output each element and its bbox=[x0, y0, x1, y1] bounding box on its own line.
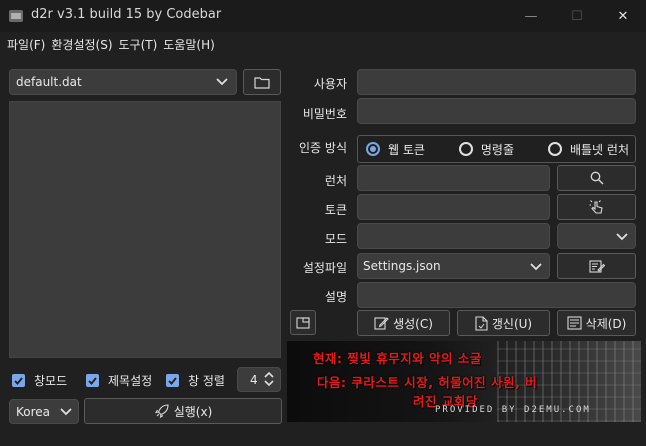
terror-zone-banner: 현재: 찢빛 휴무지와 악의 소굴 다음: 쿠라스트 시장, 허물어진 사원, … bbox=[287, 341, 641, 422]
token-icon bbox=[589, 200, 603, 214]
password-input[interactable] bbox=[357, 98, 636, 124]
check-icon bbox=[12, 374, 25, 387]
description-input[interactable] bbox=[357, 282, 636, 308]
spinner-value: 4 bbox=[250, 372, 258, 387]
menu-file[interactable]: 파일(F) bbox=[4, 32, 48, 58]
search-icon bbox=[590, 171, 603, 185]
menu-settings[interactable]: 환경설정(S) bbox=[48, 32, 115, 58]
auth-web-token-radio[interactable]: 웹 토큰 bbox=[366, 141, 425, 158]
delete-button[interactable]: 삭제(D) bbox=[557, 310, 636, 336]
region-select[interactable]: Korea bbox=[9, 399, 79, 424]
auth-command-line-radio[interactable]: 명령줄 bbox=[458, 141, 515, 158]
update-label: 갱신(U) bbox=[491, 316, 533, 331]
chevron-down-icon bbox=[616, 233, 628, 241]
title-setting-label: 제목설정 bbox=[108, 374, 153, 388]
spinner-arrows[interactable] bbox=[264, 371, 274, 387]
window-align-checkbox[interactable]: 창 정렬 bbox=[166, 372, 225, 389]
auth-method-label: 인증 방식 bbox=[299, 141, 347, 155]
settings-file-select[interactable]: Settings.json bbox=[357, 253, 550, 279]
window-title: d2r v3.1 build 15 by Codebar bbox=[31, 7, 222, 22]
banner-current-zone: 현재: 찢빛 휴무지와 악의 소굴 bbox=[313, 351, 482, 366]
update-icon bbox=[475, 315, 488, 331]
window-count-spinner[interactable]: 4 bbox=[237, 367, 281, 392]
get-token-button[interactable] bbox=[557, 194, 636, 220]
auth-command-line-label: 명령줄 bbox=[480, 142, 515, 157]
chevron-down-icon[interactable] bbox=[264, 379, 274, 387]
mod-select[interactable] bbox=[557, 223, 636, 249]
open-folder-button[interactable] bbox=[243, 69, 281, 95]
window-icon bbox=[296, 316, 310, 329]
token-label: 토큰 bbox=[324, 203, 347, 217]
mod-label: 모드 bbox=[324, 232, 347, 246]
delete-label: 삭제(D) bbox=[585, 316, 627, 331]
update-button[interactable]: 갱신(U) bbox=[457, 310, 550, 336]
launcher-label: 런처 bbox=[324, 174, 347, 188]
close-button[interactable]: ✕ bbox=[600, 0, 646, 32]
check-icon bbox=[86, 374, 99, 387]
window-layout-button[interactable] bbox=[290, 310, 316, 335]
create-button[interactable]: 생성(C) bbox=[357, 310, 450, 336]
user-input[interactable] bbox=[357, 69, 636, 95]
token-input[interactable] bbox=[357, 194, 550, 220]
maximize-button[interactable]: ☐ bbox=[554, 0, 600, 32]
chevron-down-icon bbox=[216, 78, 228, 86]
minimize-button[interactable]: — bbox=[508, 0, 554, 32]
folder-icon bbox=[254, 76, 270, 89]
edit-settings-button[interactable] bbox=[557, 253, 636, 279]
title-setting-checkbox[interactable]: 제목설정 bbox=[86, 372, 152, 389]
banner-credit[interactable]: PROVIDED BY D2EMU.COM bbox=[435, 405, 591, 415]
chevron-down-icon bbox=[60, 408, 72, 416]
user-label: 사용자 bbox=[313, 77, 347, 91]
window-align-label: 창 정렬 bbox=[188, 374, 225, 388]
window-mode-checkbox[interactable]: 창모드 bbox=[12, 372, 67, 389]
create-label: 생성(C) bbox=[393, 316, 433, 331]
browse-launcher-button[interactable] bbox=[557, 165, 636, 191]
launcher-input[interactable] bbox=[357, 165, 550, 191]
description-label: 설명 bbox=[324, 290, 347, 304]
settings-file-label: 설정파일 bbox=[302, 261, 347, 275]
chevron-up-icon[interactable] bbox=[264, 371, 274, 379]
profile-file-value: default.dat bbox=[16, 75, 82, 89]
auth-battlenet-radio[interactable]: 배틀넷 런처 bbox=[547, 141, 629, 158]
password-label: 비밀번호 bbox=[302, 107, 347, 121]
edit-icon bbox=[588, 259, 605, 273]
check-icon bbox=[166, 374, 179, 387]
delete-icon bbox=[567, 316, 582, 330]
auth-battlenet-label: 배틀넷 런처 bbox=[569, 142, 629, 157]
run-label: 실행(x) bbox=[173, 404, 213, 419]
app-icon bbox=[9, 10, 23, 22]
radio-icon bbox=[547, 142, 562, 156]
auth-web-token-label: 웹 토큰 bbox=[388, 142, 425, 157]
profile-list[interactable] bbox=[9, 101, 281, 358]
auth-method-group: 웹 토큰 명령줄 배틀넷 런처 bbox=[357, 135, 636, 163]
radio-icon bbox=[458, 142, 473, 156]
region-value: Korea bbox=[16, 404, 51, 419]
chevron-down-icon bbox=[530, 263, 542, 271]
radio-selected-icon bbox=[366, 142, 380, 156]
rocket-icon bbox=[154, 404, 169, 419]
run-button[interactable]: 실행(x) bbox=[84, 398, 282, 424]
window-mode-label: 창모드 bbox=[34, 374, 68, 388]
menu-help[interactable]: 도움말(H) bbox=[160, 32, 218, 58]
settings-file-value: Settings.json bbox=[363, 259, 441, 273]
menu-bar: 파일(F) 환경설정(S) 도구(T) 도움말(H) bbox=[0, 32, 646, 58]
create-icon bbox=[374, 317, 389, 330]
mod-input[interactable] bbox=[357, 223, 550, 249]
profile-file-select[interactable]: default.dat bbox=[9, 69, 237, 95]
menu-tools[interactable]: 도구(T) bbox=[116, 32, 161, 58]
banner-next-zone: 다음: 쿠라스트 시장, 허물어진 사원, 버 bbox=[317, 375, 538, 390]
